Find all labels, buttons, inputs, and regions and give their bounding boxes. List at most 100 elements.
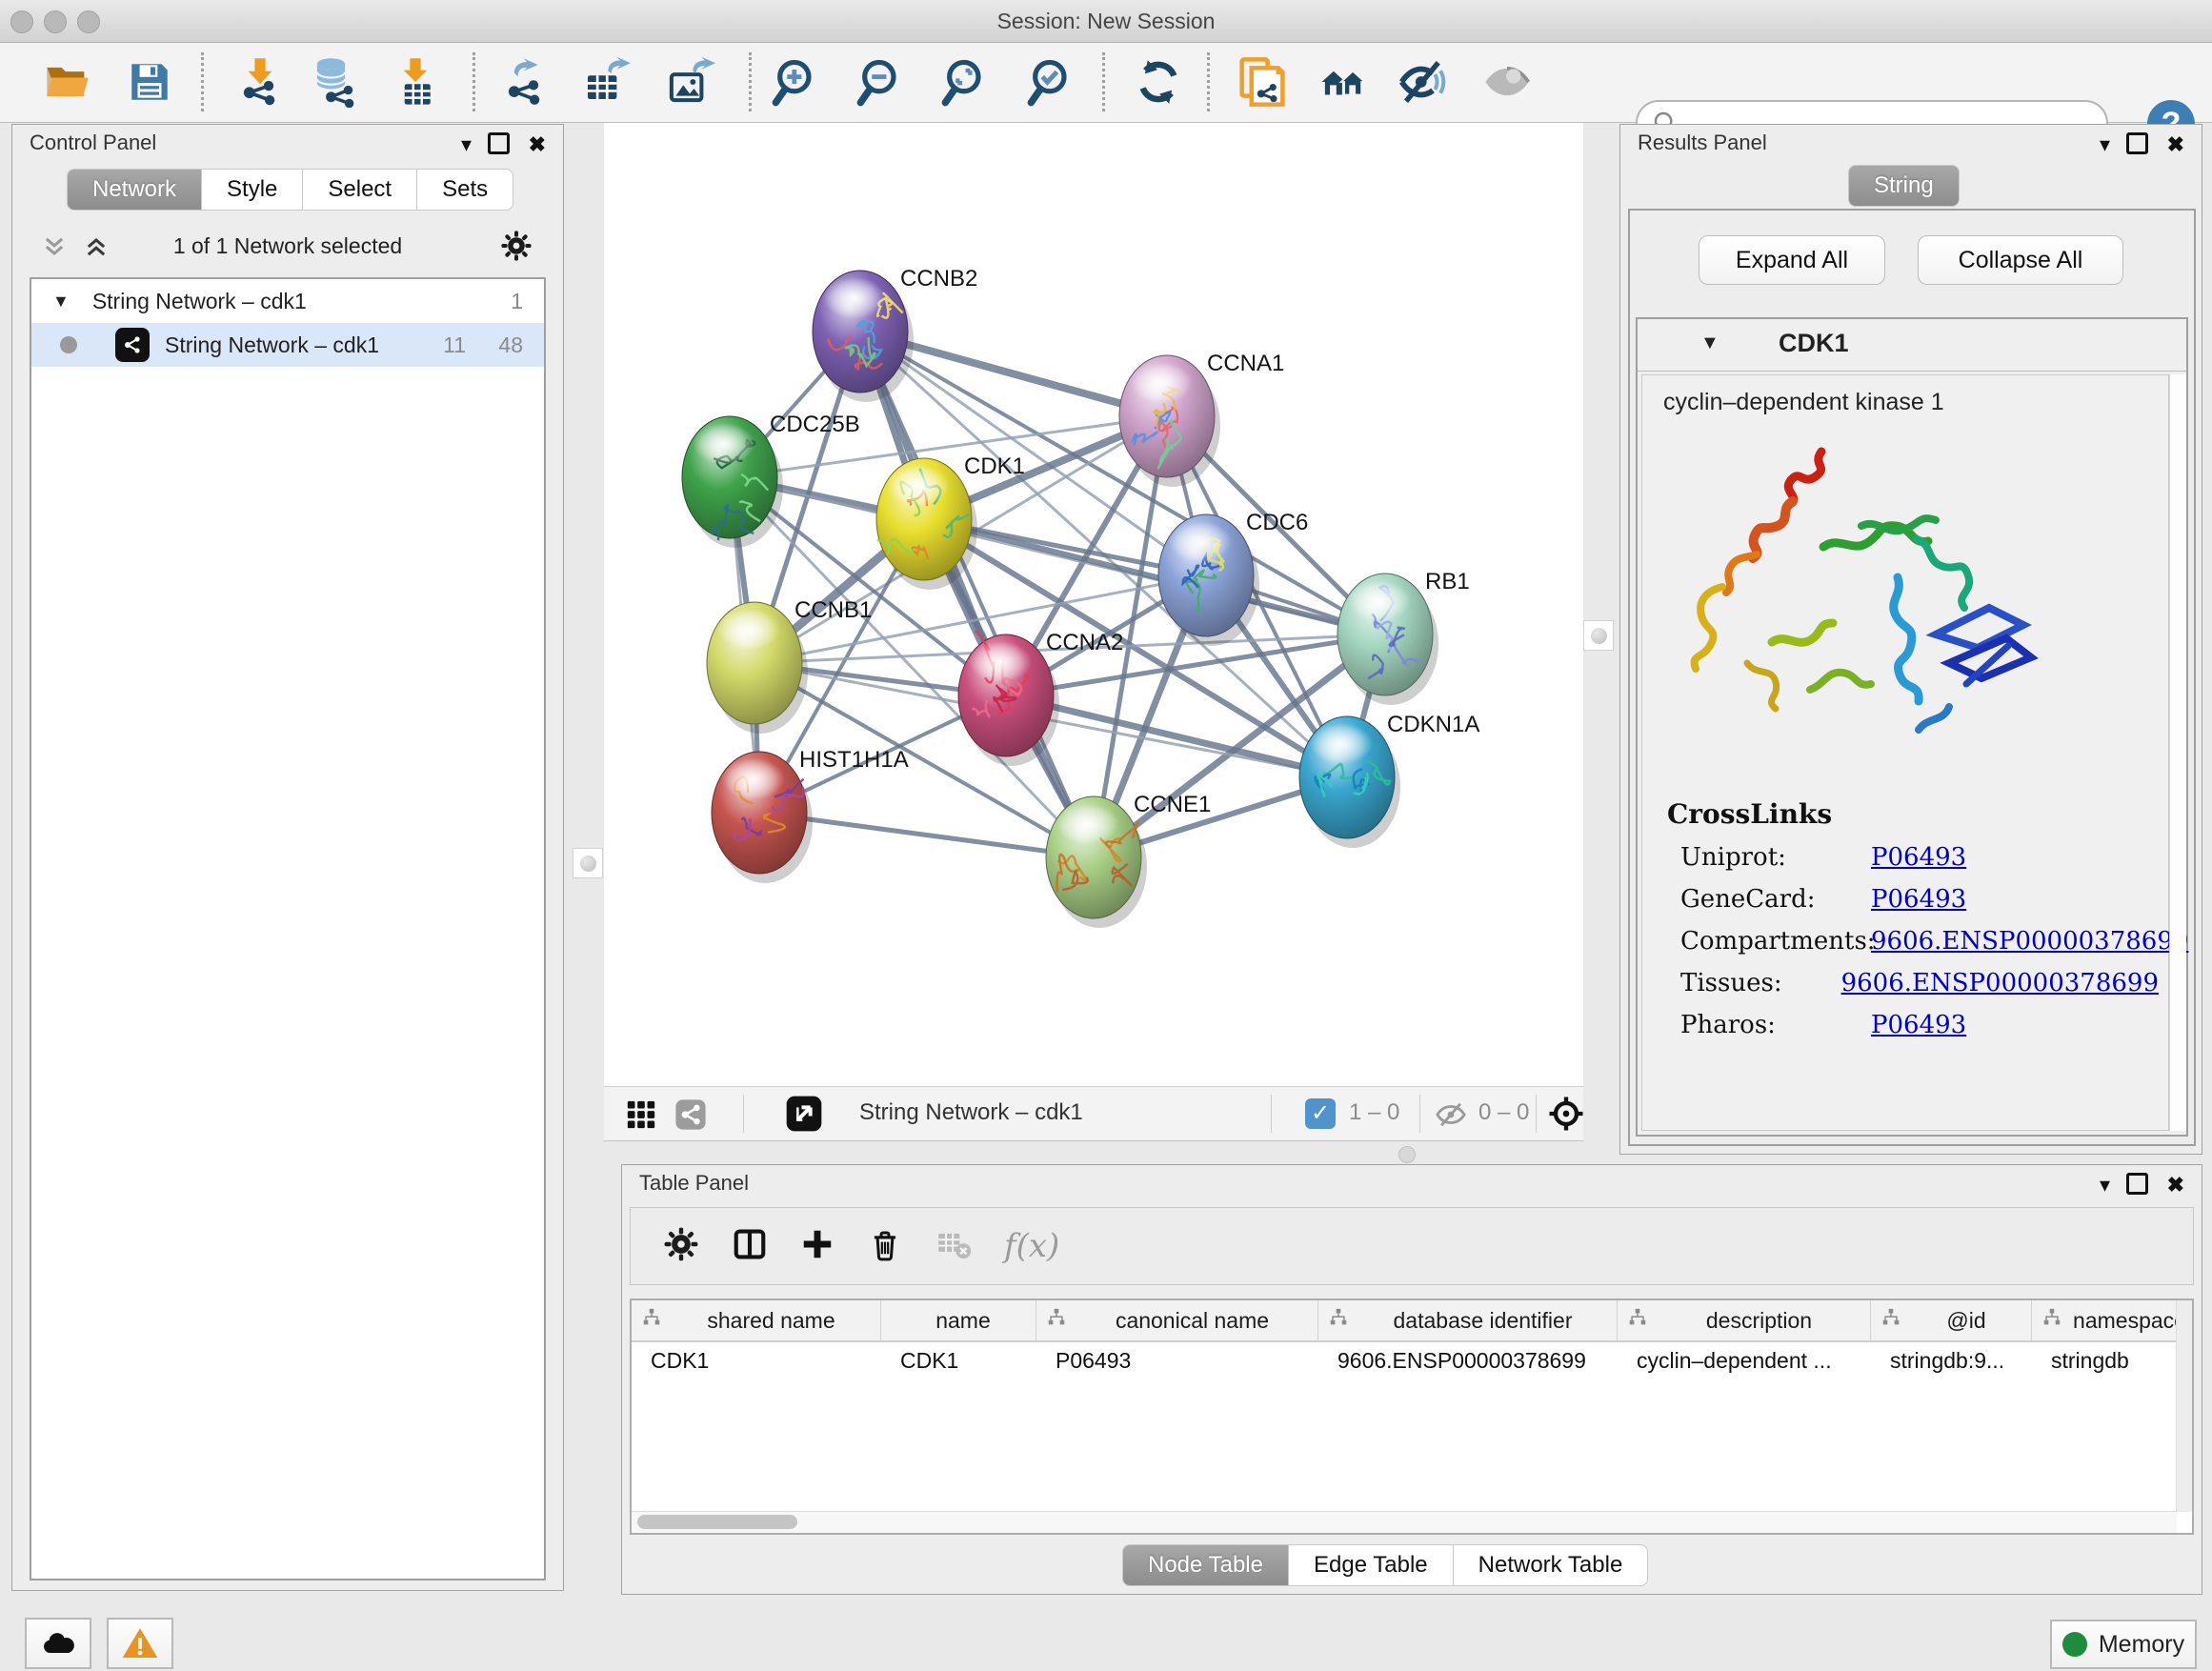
grid-view-icon[interactable]	[625, 1098, 657, 1131]
memory-button[interactable]: Memory	[2050, 1620, 2197, 1669]
table-cell[interactable]: CDK1	[881, 1342, 1036, 1382]
node-label: RB1	[1425, 569, 1470, 594]
control-panel-header: Control Panel ▾ ✖	[12, 125, 563, 161]
birdseye-crosshair-icon[interactable]	[1547, 1095, 1585, 1133]
column-header-name[interactable]: name	[881, 1300, 1036, 1340]
float-panel-icon[interactable]	[488, 132, 510, 160]
preview-button[interactable]	[1479, 54, 1535, 110]
node-section-header[interactable]: ▼ CDK1	[1638, 319, 2186, 372]
collapse-all-button[interactable]: Collapse All	[1918, 235, 2123, 285]
right-splitter-handle[interactable]	[1583, 620, 1614, 651]
gear-icon[interactable]	[500, 230, 533, 262]
column-header-shared-name[interactable]: shared name	[632, 1300, 881, 1340]
hide-unhide-button[interactable]	[1396, 54, 1451, 110]
network-node-cdc25b[interactable]: CDC25B	[682, 412, 860, 548]
delete-table-button[interactable]	[935, 1226, 972, 1267]
selected-checkbox-icon[interactable]: ✓	[1305, 1098, 1336, 1129]
export-image-file-button[interactable]	[662, 54, 717, 110]
warning-status-button[interactable]	[107, 1618, 173, 1669]
delete-column-button[interactable]	[867, 1226, 903, 1267]
tab-select[interactable]: Select	[302, 169, 417, 211]
crosslink-link[interactable]: 9606.ENSP00000378699	[1871, 927, 2188, 956]
show-columns-button[interactable]	[732, 1226, 768, 1267]
float-panel-icon[interactable]	[2126, 132, 2148, 160]
network-node-rb1[interactable]: RB1	[1337, 569, 1470, 705]
node-description: cyclin–dependent kinase 1	[1663, 389, 1944, 416]
eye-slash-icon	[1398, 56, 1449, 108]
open-session-button[interactable]	[40, 54, 95, 110]
float-panel-icon[interactable]	[2126, 1173, 2148, 1200]
column-header-description[interactable]: description	[1618, 1300, 1871, 1340]
table-cell[interactable]: cyclin–dependent ...	[1618, 1342, 1871, 1382]
tab-network-table[interactable]: Network Table	[1453, 1544, 1649, 1586]
crosslink-link[interactable]: P06493	[1871, 843, 1966, 872]
starter-panel-button[interactable]	[1316, 54, 1371, 110]
tab-sets[interactable]: Sets	[416, 169, 513, 211]
horizontal-splitter-handle[interactable]	[1398, 1146, 1416, 1163]
table-cell[interactable]: stringdb:9...	[1871, 1342, 2032, 1382]
cloud-status-button[interactable]	[25, 1618, 91, 1669]
tab-node-table[interactable]: Node Table	[1122, 1544, 1289, 1586]
table-cell[interactable]: stringdb	[2032, 1342, 2194, 1382]
table-cell[interactable]: 9606.ENSP00000378699	[1318, 1342, 1618, 1382]
network-node-ccnb1[interactable]: CCNB1	[707, 597, 872, 734]
edge-count: 48	[498, 332, 523, 358]
network-collection-row[interactable]: ▼ String Network – cdk1 1	[31, 279, 544, 323]
hidden-eye-icon[interactable]	[1435, 1098, 1467, 1131]
clone-network-button[interactable]	[1235, 54, 1290, 110]
table-vertical-scrollbar[interactable]	[2176, 1300, 2192, 1512]
share-view-icon[interactable]	[674, 1098, 707, 1131]
left-splitter-handle[interactable]	[573, 848, 603, 878]
column-header-canonical-name[interactable]: canonical name	[1036, 1300, 1318, 1340]
network-node-ccne1[interactable]: CCNE1	[1046, 792, 1211, 928]
tab-edge-table[interactable]: Edge Table	[1288, 1544, 1454, 1586]
table-row[interactable]: CDK1CDK1P064939606.ENSP00000378699cyclin…	[632, 1342, 2192, 1382]
expand-all-button[interactable]: Expand All	[1699, 235, 1885, 285]
scrollbar-thumb[interactable]	[637, 1515, 797, 1529]
tab-network[interactable]: Network	[67, 169, 202, 211]
import-network-file-button[interactable]	[232, 54, 288, 110]
fit-content-button[interactable]	[938, 54, 994, 110]
network-row-selected[interactable]: String Network – cdk1 11 48	[31, 323, 544, 367]
network-node-ccna1[interactable]: CCNA1	[1119, 351, 1284, 487]
function-builder-button[interactable]: f(x)	[1004, 1227, 1059, 1265]
network-canvas[interactable]: CCNB2CCNA1CDC25BCDK1CDC6RB1CCNB1CCNA2CDK…	[604, 123, 1583, 1086]
tab-string[interactable]: String	[1848, 165, 1960, 207]
results-scrollbar[interactable]	[2169, 374, 2186, 1131]
zoom-in-button[interactable]	[769, 54, 824, 110]
panel-menu-icon[interactable]: ▾	[2100, 1173, 2110, 1198]
column-header-database-identifier[interactable]: database identifier	[1318, 1300, 1618, 1340]
import-network-database-button[interactable]	[308, 54, 363, 110]
export-network-file-button[interactable]	[497, 54, 553, 110]
crosslink-link[interactable]: P06493	[1871, 1011, 1966, 1039]
network-node-hist1h1a[interactable]: HIST1H1A	[712, 747, 909, 883]
crosslink-link[interactable]: P06493	[1871, 885, 1966, 914]
zoom-selected-button[interactable]	[1024, 54, 1079, 110]
close-panel-icon[interactable]: ✖	[2167, 1173, 2184, 1198]
network-node-ccnb2[interactable]: CCNB2	[813, 266, 977, 402]
table-settings-button[interactable]	[663, 1226, 699, 1267]
table-cell[interactable]: CDK1	[632, 1342, 881, 1382]
export-table-file-button[interactable]	[577, 54, 633, 110]
close-panel-icon[interactable]: ✖	[529, 132, 546, 157]
panel-menu-icon[interactable]: ▾	[2100, 132, 2110, 157]
save-session-button[interactable]	[122, 54, 177, 110]
refresh-view-button[interactable]	[1131, 54, 1186, 110]
crosslink-link[interactable]: 9606.ENSP00000378699	[1841, 969, 2159, 997]
import-table-file-button[interactable]	[388, 54, 443, 110]
collapse-triangle-icon[interactable]: ▼	[52, 292, 70, 312]
add-column-button[interactable]	[800, 1227, 835, 1266]
open-in-window-icon[interactable]	[785, 1095, 823, 1133]
column-header--id[interactable]: @id	[1871, 1300, 2032, 1340]
tab-style[interactable]: Style	[201, 169, 303, 211]
zoom-out-button[interactable]	[854, 54, 909, 110]
panel-menu-icon[interactable]: ▾	[461, 132, 472, 157]
column-header-namespace[interactable]: namespace	[2032, 1300, 2194, 1340]
node-section: ▼ CDK1 cyclin–dependent kinase 1	[1636, 317, 2188, 1137]
table-horizontal-scrollbar[interactable]	[632, 1511, 2177, 1533]
section-collapse-icon[interactable]: ▼	[1700, 332, 1719, 354]
network-edge[interactable]	[860, 332, 1094, 857]
table-cell[interactable]: P06493	[1036, 1342, 1318, 1382]
close-panel-icon[interactable]: ✖	[2167, 132, 2184, 157]
network-node-cdkn1a[interactable]: CDKN1A	[1299, 712, 1479, 848]
